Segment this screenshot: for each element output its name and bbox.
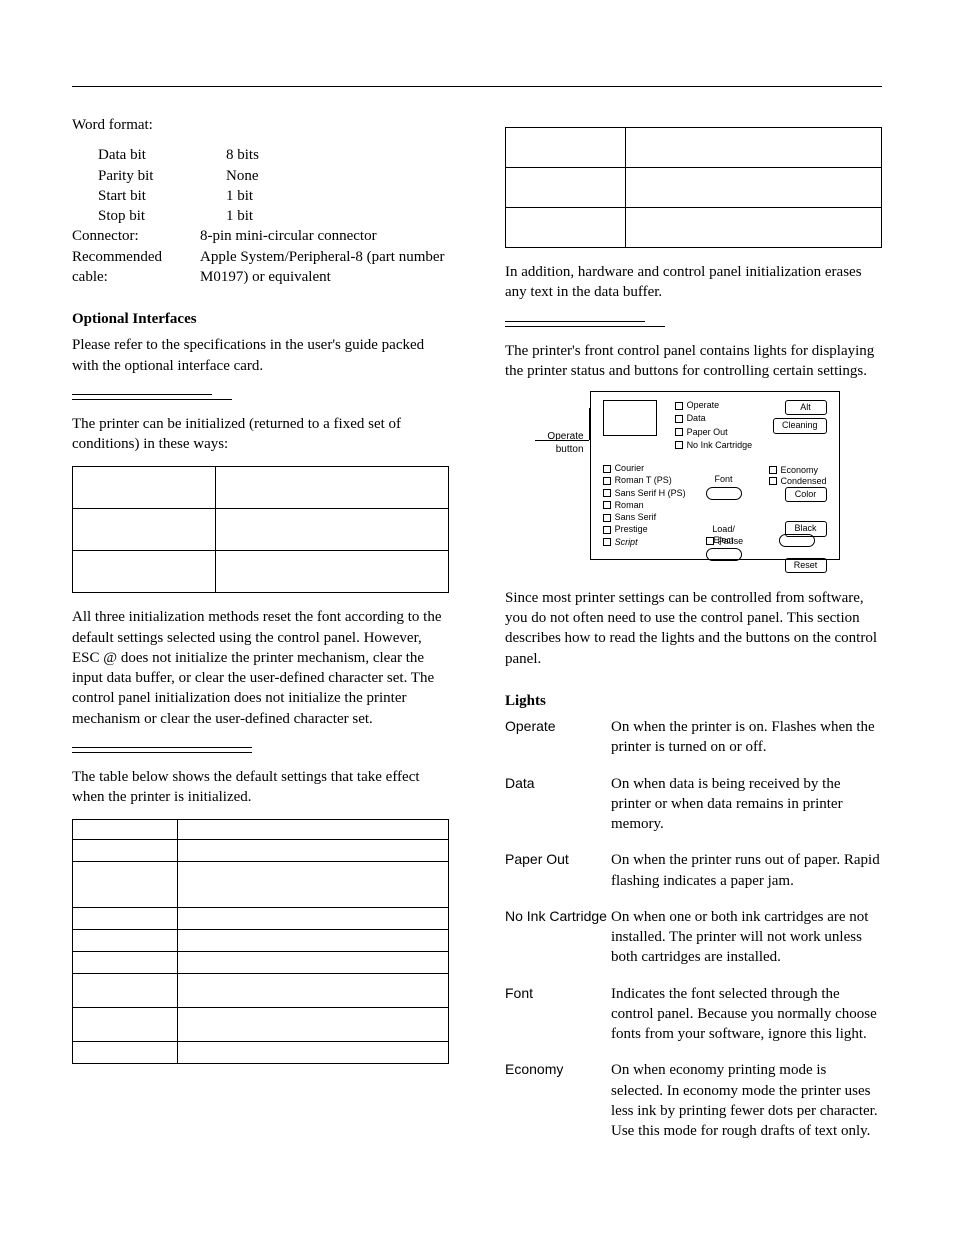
right-top-table — [505, 127, 882, 248]
operate-button-graphic — [603, 400, 657, 436]
lights-heading: Lights — [505, 691, 882, 711]
word-format-list: Data bit8 bits Parity bitNone Start bit1… — [72, 145, 449, 226]
leader-line — [535, 440, 589, 441]
operate-button-callout: Operatebutton — [547, 431, 583, 456]
defaults-intro: The table below shows the default settin… — [72, 767, 449, 808]
panel-frame: Operate Data Paper Out No Ink Cartridge … — [590, 391, 840, 560]
section-rule — [72, 752, 252, 753]
section-rule — [72, 399, 232, 400]
control-panel-diagram: Operatebutton Operate Data Paper Out No … — [505, 391, 882, 560]
section-rule — [72, 394, 212, 395]
panel-mid-buttons: Font Load/Eject — [706, 474, 742, 578]
font-button — [706, 487, 742, 500]
optional-interfaces-heading: Optional Interfaces — [72, 309, 449, 329]
word-format-heading: Word format: — [72, 115, 449, 135]
buffer-note: In addition, hardware and control panel … — [505, 262, 882, 303]
cable-row: Recommended cable: Apple System/Peripher… — [72, 247, 449, 288]
optional-interfaces-text: Please refer to the specifications in th… — [72, 335, 449, 376]
section-rule — [505, 326, 665, 327]
init-table — [72, 466, 449, 593]
init-intro: The printer can be initialized (returned… — [72, 414, 449, 455]
panel-intro: The printer's front control panel contai… — [505, 341, 882, 382]
panel-note: Since most printer settings can be contr… — [505, 588, 882, 669]
pause-row: Pause — [706, 534, 816, 549]
status-lights-list: Operate Data Paper Out No Ink Cartridge — [675, 400, 753, 453]
color-button: Color — [785, 487, 827, 502]
left-column: Word format: Data bit8 bits Parity bitNo… — [72, 115, 449, 1157]
reset-button: Reset — [785, 558, 827, 573]
panel-right-buttons: Alt Cleaning Economy Condensed Color Bla… — [769, 400, 827, 586]
defaults-table — [72, 819, 449, 1064]
connector-row: Connector: 8-pin mini-circular connector — [72, 226, 449, 246]
section-rule — [72, 747, 252, 748]
load-eject-button — [706, 548, 742, 561]
alt-button: Alt — [785, 400, 827, 415]
init-footnote: All three initialization methods reset t… — [72, 607, 449, 729]
cleaning-button: Cleaning — [773, 418, 827, 433]
section-rule — [505, 321, 645, 322]
right-column: In addition, hardware and control panel … — [505, 115, 882, 1157]
lights-definition-list: OperateOn when the printer is on. Flashe… — [505, 717, 882, 1141]
pause-button — [779, 534, 815, 547]
